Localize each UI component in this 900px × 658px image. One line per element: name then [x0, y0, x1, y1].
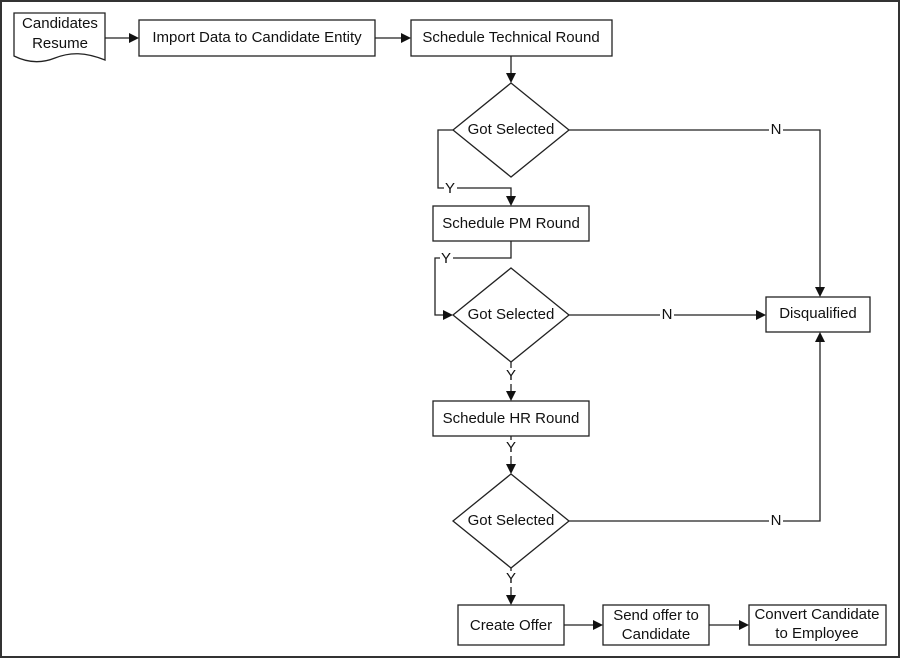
- arrow-head: [506, 73, 516, 83]
- node-create-offer: Create Offer: [457, 604, 565, 646]
- node-import-label: Import Data to Candidate Entity: [152, 29, 362, 46]
- node-create-offer-label: Create Offer: [470, 617, 552, 634]
- node-tech-round-label: Schedule Technical Round: [422, 29, 599, 46]
- arrow-head: [129, 33, 139, 43]
- arrow-head: [506, 464, 516, 474]
- edge-label-no: N: [771, 512, 782, 529]
- node-decision-pm-label: Got Selected: [468, 306, 555, 323]
- node-decision-tech-label: Got Selected: [468, 121, 555, 138]
- arrow-head: [815, 332, 825, 342]
- node-hr-round-label: Schedule HR Round: [443, 410, 580, 427]
- arrow-head: [506, 595, 516, 605]
- node-import: Import Data to Candidate Entity: [138, 19, 376, 57]
- node-hr-round: Schedule HR Round: [432, 400, 590, 437]
- flowchart: Candidates Resume Import Data to Candida…: [13, 12, 887, 646]
- node-pm-round-label: Schedule PM Round: [442, 215, 580, 232]
- edge-label-yes: Y: [506, 439, 516, 456]
- node-resume-line2: Resume: [32, 35, 88, 52]
- edge-label-yes: Y: [441, 250, 451, 267]
- node-convert: Convert Candidate to Employee: [748, 604, 887, 646]
- node-resume: Candidates Resume: [13, 12, 106, 63]
- arrow-head: [739, 620, 749, 630]
- edge-decision-hr-no: [569, 341, 821, 522]
- edge-label-yes: Y: [506, 367, 516, 384]
- arrow-head: [443, 310, 453, 320]
- edge-label-no: N: [771, 121, 782, 138]
- node-decision-hr-label: Got Selected: [468, 512, 555, 529]
- edge-label-no: N: [662, 306, 673, 323]
- arrow-head: [506, 391, 516, 401]
- arrow-head: [401, 33, 411, 43]
- edge-decision-tech-no: [569, 129, 821, 288]
- node-send-offer-line2: Candidate: [622, 626, 690, 643]
- node-send-offer-line1: Send offer to: [613, 607, 699, 624]
- node-decision-hr: Got Selected: [451, 473, 571, 569]
- node-disqualified-label: Disqualified: [779, 305, 857, 322]
- node-disqualified: Disqualified: [765, 296, 871, 333]
- node-convert-line1: Convert Candidate: [754, 606, 879, 623]
- node-convert-line2: to Employee: [775, 625, 858, 642]
- arrow-head: [593, 620, 603, 630]
- edge-label-yes: Y: [445, 180, 455, 197]
- node-decision-tech: Got Selected: [451, 82, 571, 178]
- arrow-head: [506, 196, 516, 206]
- edge-label-yes: Y: [506, 570, 516, 587]
- node-tech-round: Schedule Technical Round: [410, 19, 613, 57]
- node-send-offer: Send offer to Candidate: [602, 604, 710, 646]
- arrow-head: [756, 310, 766, 320]
- node-decision-pm: Got Selected: [451, 267, 571, 363]
- node-resume-line1: Candidates: [22, 15, 98, 32]
- node-pm-round: Schedule PM Round: [432, 205, 590, 242]
- arrow-head: [815, 287, 825, 297]
